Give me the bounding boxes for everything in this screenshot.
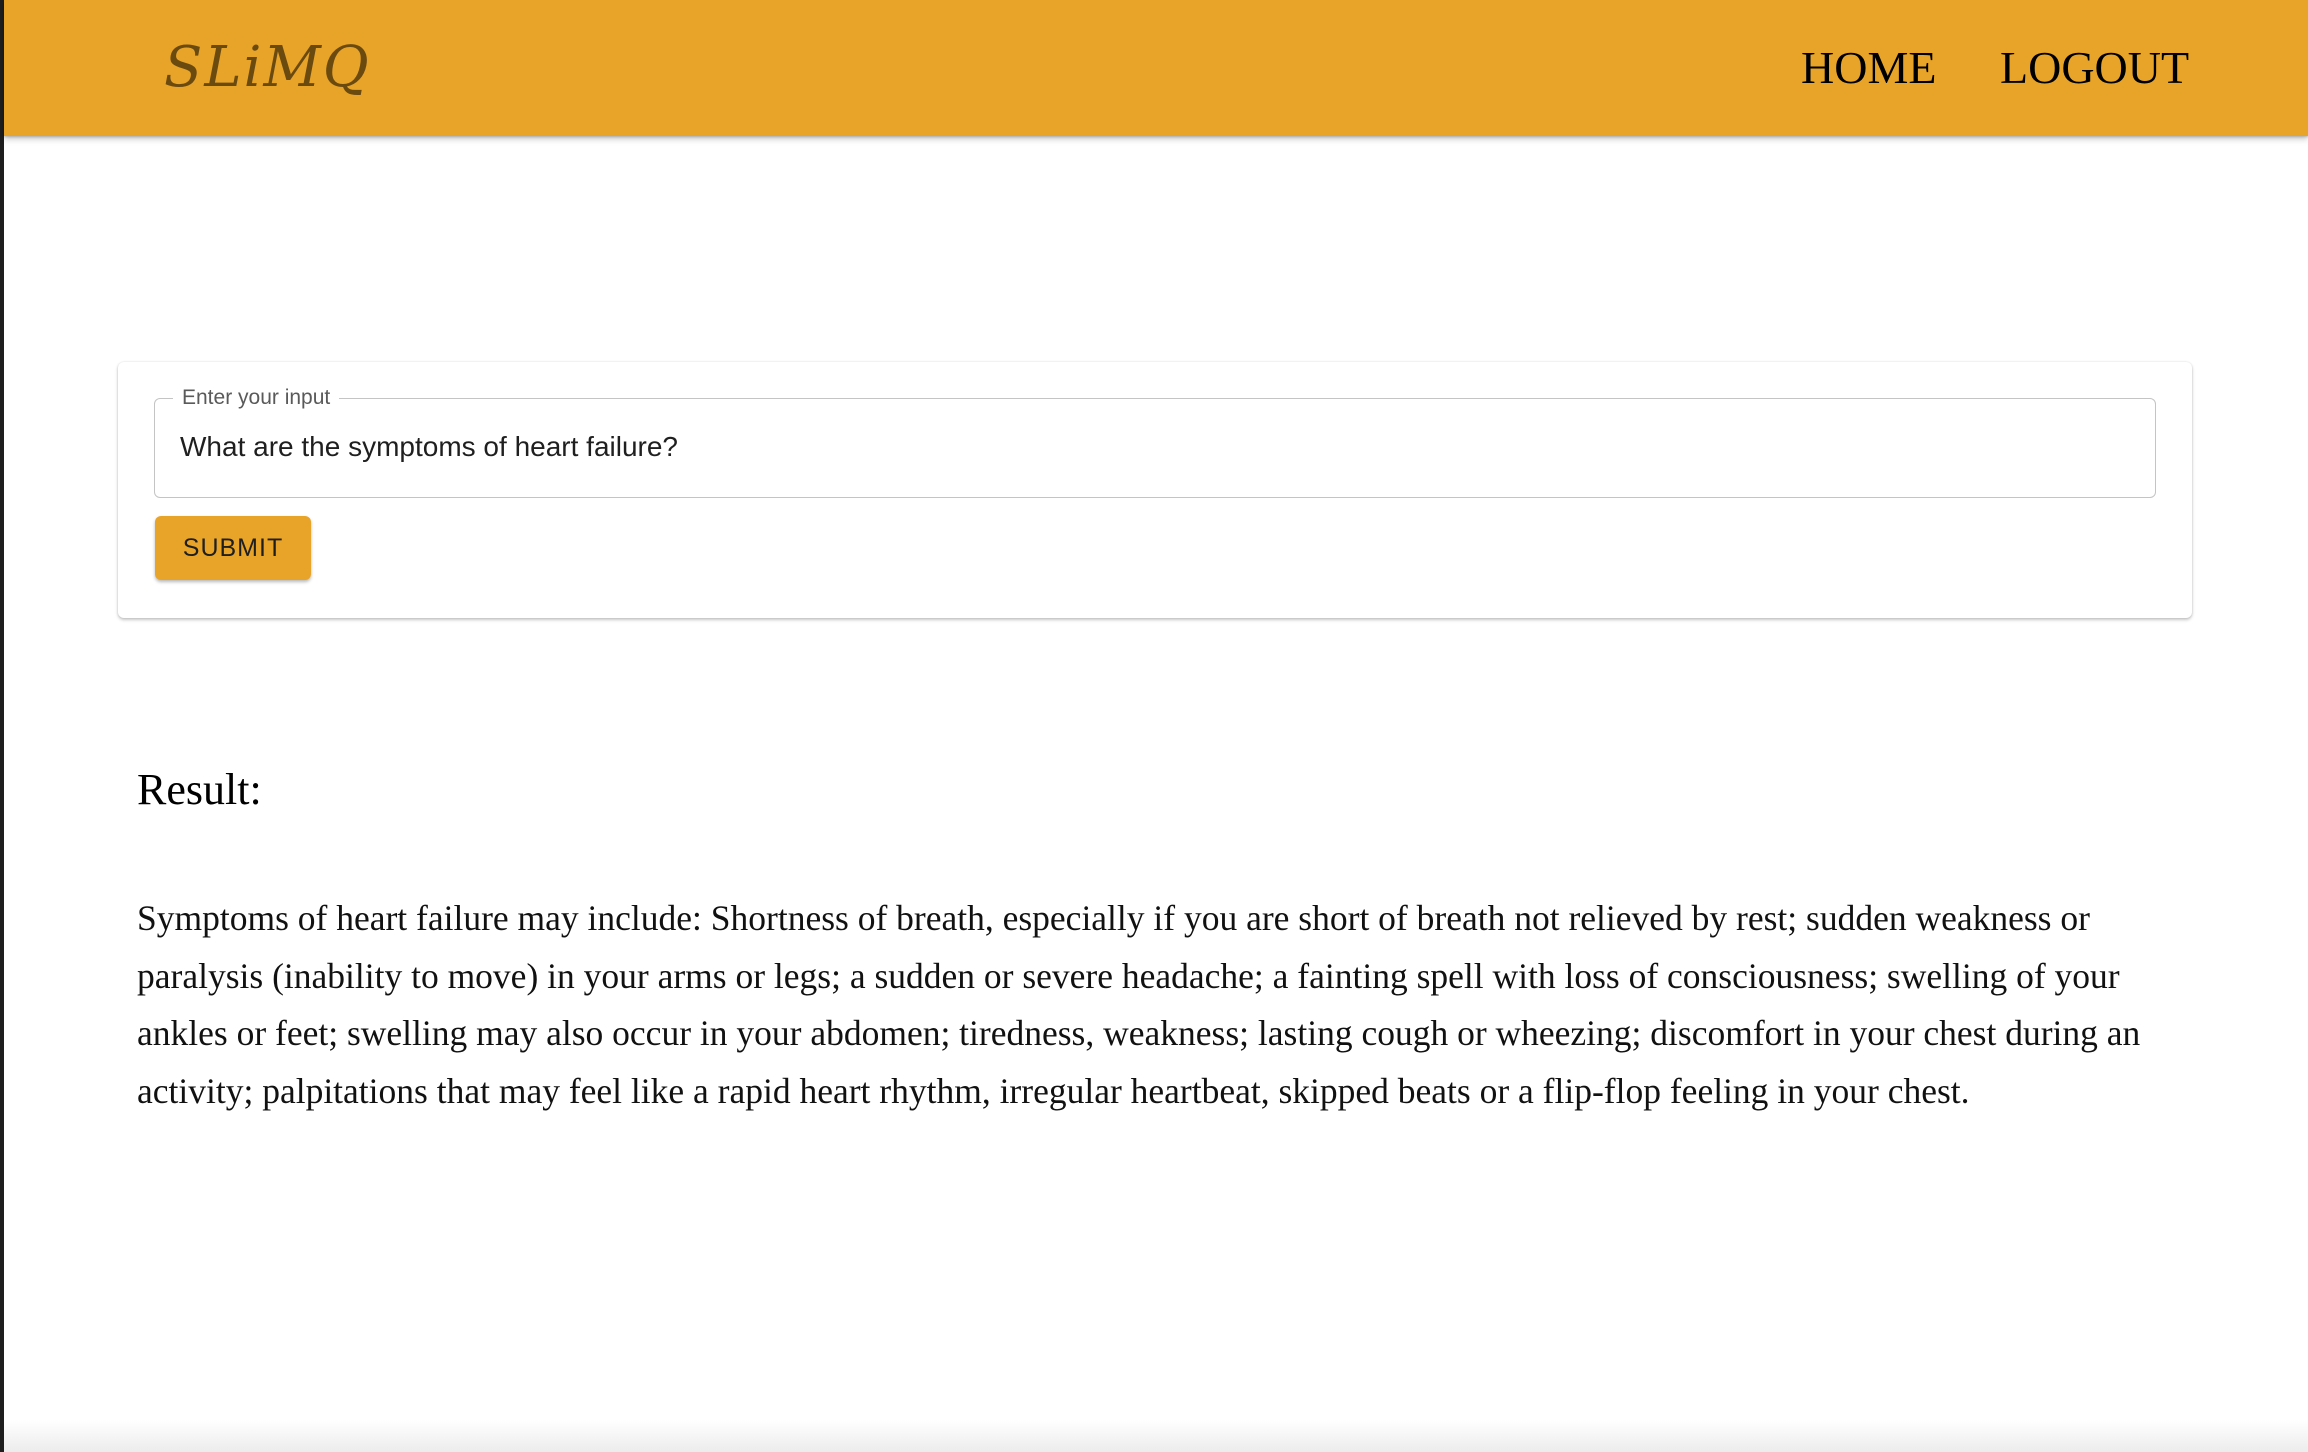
bottom-divider — [4, 1420, 2308, 1452]
app-bar: SLiMQ HOME LOGOUT — [4, 0, 2308, 136]
nav-logout-link[interactable]: LOGOUT — [2000, 36, 2189, 100]
query-field-label: Enter your input — [173, 384, 340, 412]
submit-button[interactable]: SUBMIT — [155, 516, 311, 580]
query-form-card: Enter your input SUBMIT — [118, 362, 2192, 618]
result-heading: Result: — [137, 765, 262, 814]
window-edge — [0, 0, 4, 1452]
query-input[interactable] — [180, 421, 2130, 473]
nav-home-link[interactable]: HOME — [1801, 36, 1936, 100]
result-text: Symptoms of heart failure may include: S… — [137, 898, 2141, 1111]
query-field: Enter your input — [154, 384, 2156, 498]
brand-logo[interactable]: SLiMQ — [164, 24, 371, 112]
